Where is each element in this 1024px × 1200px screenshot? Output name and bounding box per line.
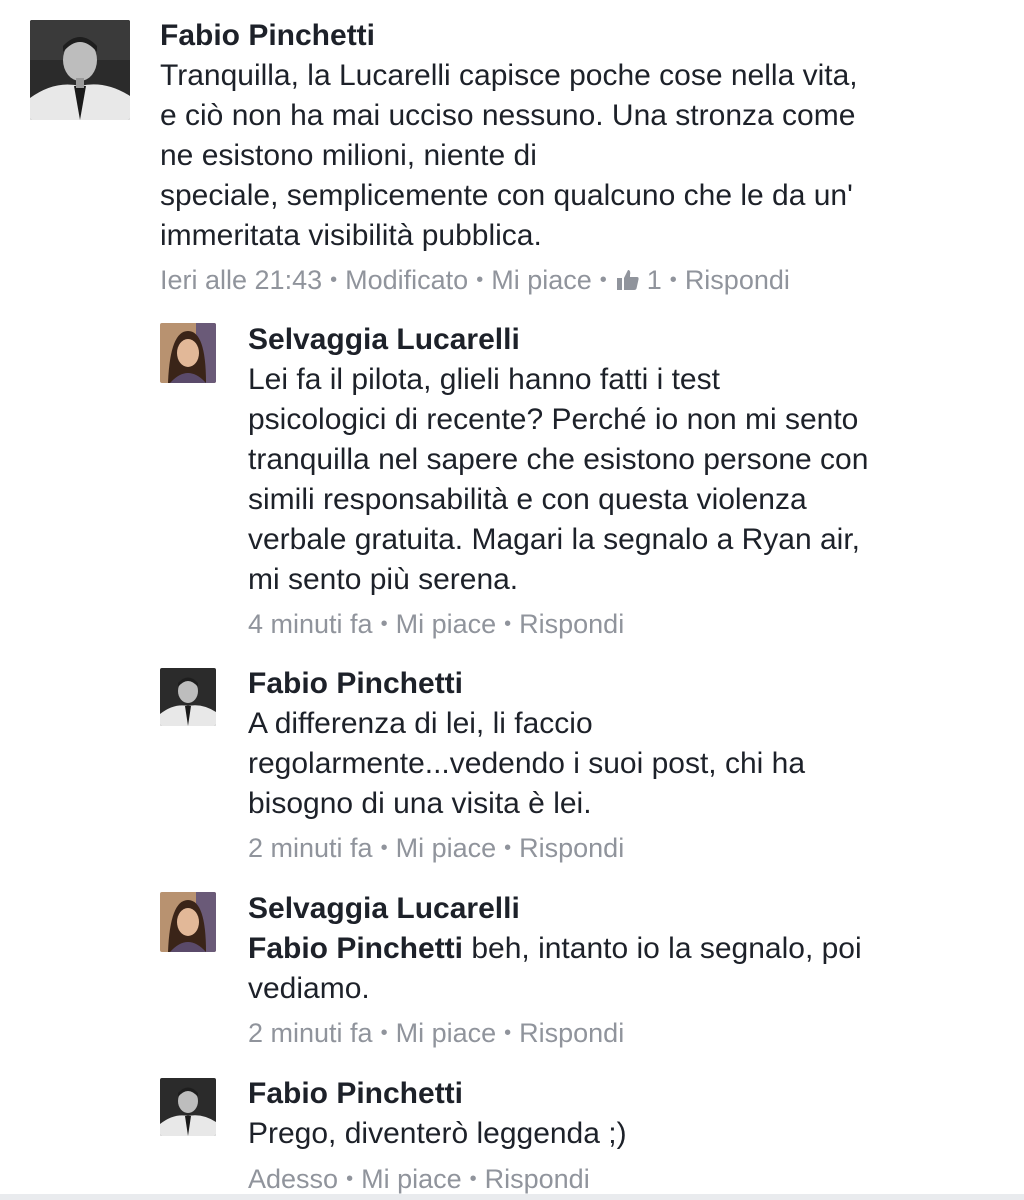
separator-dot: • [669, 269, 677, 291]
comment-line: e ciò non ha mai ucciso nessuno. Una str… [160, 99, 856, 132]
comment-author[interactable]: Selvaggia Lucarelli [248, 891, 520, 927]
comment-text: beh, intanto io la segnalo, poi [463, 932, 862, 965]
comment-line: speciale, semplicemente con qualcuno che… [160, 179, 853, 212]
reply-button[interactable]: Rispondi [685, 264, 790, 296]
reply-button[interactable]: Rispondi [519, 832, 624, 864]
comment-timestamp[interactable]: Ieri alle 21:43 [160, 264, 322, 296]
edited-label[interactable]: Modificato [345, 264, 468, 296]
avatar-fabio-pinchetti[interactable] [160, 1078, 216, 1136]
separator-dot: • [380, 1022, 388, 1044]
comment-author[interactable]: Fabio Pinchetti [248, 666, 463, 702]
comment-line: immeritata visibilità pubblica. [160, 219, 542, 252]
comment-line: regolarmente...vedendo i suoi post, chi … [248, 747, 806, 780]
like-button[interactable]: Mi piace [396, 1017, 497, 1049]
comment-body: A differenza di lei, li faccio regolarme… [248, 704, 805, 824]
comment-line: tranquilla nel sapere che esistono perso… [248, 443, 869, 476]
comment-line: Fabio Pinchetti beh, intanto io la segna… [248, 929, 862, 969]
avatar-fabio-pinchetti[interactable] [30, 20, 130, 120]
comment-body: Fabio Pinchetti beh, intanto io la segna… [248, 929, 862, 1009]
avatar-fabio-pinchetti[interactable] [160, 668, 216, 726]
comment-author[interactable]: Fabio Pinchetti [160, 18, 375, 54]
mention-tag[interactable]: Fabio Pinchetti [248, 932, 463, 965]
like-button[interactable]: Mi piace [361, 1163, 462, 1195]
comment-body: Tranquilla, la Lucarelli capisce poche c… [160, 56, 858, 256]
separator-dot: • [346, 1168, 354, 1190]
comment-line: mi sento più serena. [248, 563, 519, 596]
separator-dot: • [504, 837, 512, 859]
comment-body: Lei fa il pilota, glieli hanno fatti i t… [248, 360, 868, 600]
avatar-selvaggia-lucarelli[interactable] [160, 892, 216, 952]
comment-line: vediamo. [248, 972, 370, 1005]
reply-button[interactable]: Rispondi [519, 608, 624, 640]
separator-dot: • [504, 1022, 512, 1044]
like-button[interactable]: Mi piace [491, 264, 592, 296]
comment-meta: Ieri alle 21:43 • Modificato • Mi piace … [160, 264, 790, 296]
comment-line: A differenza di lei, li faccio [248, 707, 593, 740]
comment-line: psicologici di recente? Perché io non mi… [248, 403, 859, 436]
comment-author[interactable]: Fabio Pinchetti [248, 1076, 463, 1112]
comment-timestamp[interactable]: 2 minuti fa [248, 1017, 373, 1049]
comment-meta: 4 minuti fa • Mi piace • Rispondi [248, 608, 624, 640]
comment-line: Tranquilla, la Lucarelli capisce poche c… [160, 59, 858, 92]
like-button[interactable]: Mi piace [396, 608, 497, 640]
thumbs-up-icon[interactable] [615, 267, 641, 293]
comment-author[interactable]: Selvaggia Lucarelli [248, 322, 520, 358]
separator-dot: • [599, 269, 607, 291]
separator-dot: • [504, 613, 512, 635]
separator-dot: • [380, 613, 388, 635]
avatar-selvaggia-lucarelli[interactable] [160, 323, 216, 383]
comment-line: bisogno di una visita è lei. [248, 787, 592, 820]
separator-dot: • [469, 1168, 477, 1190]
comment-line: simili responsabilità e con questa viole… [248, 483, 807, 516]
like-count[interactable]: 1 [647, 264, 662, 296]
comment-meta: Adesso • Mi piace • Rispondi [248, 1163, 590, 1195]
separator-dot: • [380, 837, 388, 859]
separator-dot: • [330, 269, 338, 291]
comment-timestamp[interactable]: Adesso [248, 1163, 338, 1195]
reply-button[interactable]: Rispondi [485, 1163, 590, 1195]
reply-button[interactable]: Rispondi [519, 1017, 624, 1049]
comment-line: Lei fa il pilota, glieli hanno fatti i t… [248, 363, 720, 396]
like-button[interactable]: Mi piace [396, 832, 497, 864]
separator-dot: • [476, 269, 484, 291]
comment-line: verbale gratuita. Magari la segnalo a Ry… [248, 523, 861, 556]
comment-meta: 2 minuti fa • Mi piace • Rispondi [248, 1017, 624, 1049]
bottom-divider [0, 1194, 1024, 1200]
comment-timestamp[interactable]: 4 minuti fa [248, 608, 373, 640]
comment-body: Prego, diventerò leggenda ;) [248, 1114, 627, 1154]
comment-timestamp[interactable]: 2 minuti fa [248, 832, 373, 864]
comment-meta: 2 minuti fa • Mi piace • Rispondi [248, 832, 624, 864]
comment-line: Prego, diventerò leggenda ;) [248, 1117, 627, 1150]
comment-line: ne esistono milioni, niente di [160, 139, 537, 172]
